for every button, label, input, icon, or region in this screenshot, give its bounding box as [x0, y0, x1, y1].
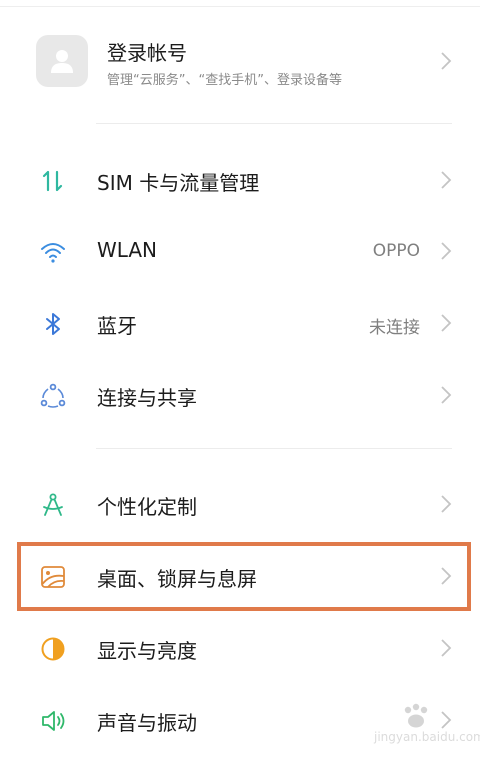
bluetooth-label: 蓝牙 — [97, 314, 137, 338]
connection-share-row[interactable]: 连接与共享 — [0, 359, 480, 431]
section-divider — [96, 448, 452, 449]
avatar — [36, 35, 88, 87]
account-title: 登录帐号 — [107, 41, 187, 65]
wlan-label: WLAN — [97, 238, 158, 262]
account-login-row[interactable]: 登录帐号 管理“云服务”、“查找手机”、登录设备等 — [0, 24, 480, 98]
compass-icon — [43, 493, 63, 516]
top-divider — [0, 6, 480, 7]
user-icon — [51, 50, 73, 73]
bluetooth-row[interactable]: 蓝牙 未连接 — [0, 287, 480, 359]
chevron-right-icon — [441, 639, 452, 657]
chevron-right-icon — [441, 495, 452, 513]
display-brightness-row[interactable]: 显示与亮度 — [0, 612, 480, 684]
chevron-right-icon — [441, 171, 452, 189]
personalization-row[interactable]: 个性化定制 — [0, 468, 480, 540]
bluetooth-value: 未连接 — [369, 318, 420, 338]
wlan-value: OPPO — [372, 241, 420, 261]
chevron-right-icon — [441, 386, 452, 404]
highlight-box — [17, 542, 471, 611]
chevron-right-icon — [441, 52, 452, 70]
connection-share-label: 连接与共享 — [97, 386, 197, 410]
watermark-text: jingyan.baidu.com — [374, 730, 480, 744]
paw-logo-icon — [404, 703, 428, 728]
sim-data-icon — [42, 170, 63, 192]
wlan-row[interactable]: WLAN OPPO — [0, 215, 480, 287]
personalization-label: 个性化定制 — [97, 495, 197, 519]
wifi-icon — [41, 243, 65, 263]
sound-vibration-label: 声音与振动 — [97, 711, 197, 735]
display-brightness-label: 显示与亮度 — [97, 639, 197, 663]
brightness-icon — [41, 637, 65, 661]
account-subtitle: 管理“云服务”、“查找手机”、登录设备等 — [107, 73, 342, 88]
sound-icon — [42, 711, 65, 731]
sim-data-row[interactable]: SIM 卡与流量管理 — [0, 144, 480, 216]
chevron-right-icon — [441, 314, 452, 332]
connection-share-icon — [40, 383, 66, 408]
chevron-right-icon — [441, 242, 452, 260]
section-divider — [96, 123, 452, 124]
bluetooth-icon — [46, 313, 60, 335]
sim-data-label: SIM 卡与流量管理 — [97, 171, 260, 195]
baidu-watermark: jingyan.baidu.com — [366, 702, 480, 762]
